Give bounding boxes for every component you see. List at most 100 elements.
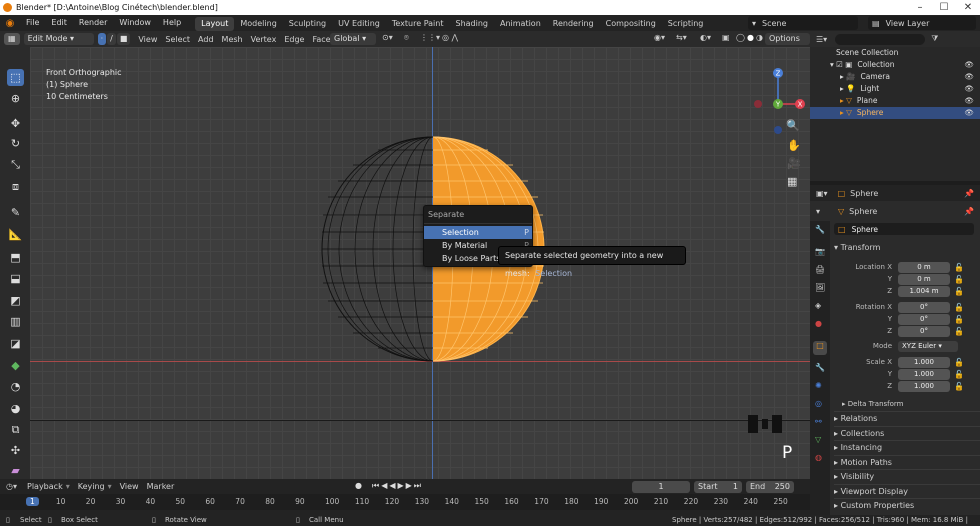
lock-icon[interactable]: 🔓 — [954, 263, 964, 272]
light-visibility-icon[interactable]: 👁 — [964, 83, 974, 95]
measure-tool-icon[interactable]: 📐 — [7, 226, 24, 243]
lock-icon[interactable]: 🔓 — [954, 287, 964, 296]
transform-panel-header[interactable]: ▾ Transform — [834, 243, 880, 252]
tab-sculpting[interactable]: Sculpting — [283, 17, 332, 31]
outliner-editor-icon[interactable]: ☰▾ — [816, 35, 827, 44]
orientation-selector[interactable]: Global ▾ — [330, 33, 376, 45]
rotation-mode-select[interactable]: XYZ Euler ▾ — [898, 340, 958, 352]
mode-selector[interactable]: Edit Mode ▾ — [23, 33, 94, 45]
snap-target-icon[interactable]: ⋮⋮▾ — [420, 33, 440, 42]
plane-visibility-icon[interactable]: 👁 — [964, 95, 974, 107]
panel-custom-properties[interactable]: ▸ Custom Properties — [834, 498, 980, 513]
inset-tool-icon[interactable]: ⬓ — [7, 270, 24, 287]
pivot-icon[interactable]: ⊙▾ — [382, 33, 393, 42]
rotation-y-field[interactable]: 0° — [898, 313, 950, 325]
transform-tool-icon[interactable]: ⧈ — [7, 178, 24, 195]
minimize-icon[interactable]: – — [908, 0, 932, 15]
vp-menu-edge[interactable]: Edge — [284, 35, 304, 44]
tab-compositing[interactable]: Compositing — [600, 17, 662, 31]
start-frame-field[interactable]: Start 1 — [694, 481, 742, 493]
vp-menu-face[interactable]: Face — [312, 35, 330, 44]
tab-shading[interactable]: Shading — [449, 17, 494, 31]
scene-selector[interactable]: ▾ Scene — [748, 16, 858, 30]
shear-tool-icon[interactable]: ▰ — [7, 462, 24, 479]
data-tab-icon[interactable]: ▽ — [815, 435, 821, 444]
tab-uv-editing[interactable]: UV Editing — [332, 17, 386, 31]
maximize-icon[interactable]: ☐ — [932, 0, 956, 15]
location-y-field[interactable]: 0 m — [898, 273, 950, 285]
spin-tool-icon[interactable]: ◔ — [7, 378, 24, 395]
timeline-menu-playback[interactable]: Playback — [27, 482, 63, 491]
outliner-collection[interactable]: ▾ ☑ ▣ Collection 👁 — [810, 59, 980, 71]
shrink-fatten-tool-icon[interactable]: ✣ — [7, 442, 24, 459]
vp-menu-add[interactable]: Add — [198, 35, 214, 44]
view-layer-selector[interactable]: ▤ View Layer — [868, 16, 976, 30]
outliner-item-light[interactable]: ▸ 💡 Light 👁 — [810, 83, 980, 95]
panel-relations[interactable]: ▸ Relations — [834, 411, 980, 426]
location-x-field[interactable]: 0 m — [898, 261, 950, 273]
tab-scripting[interactable]: Scripting — [662, 17, 710, 31]
menu-render[interactable]: Render — [73, 15, 113, 31]
collection-visibility-icon[interactable]: 👁 — [964, 59, 974, 71]
lock-icon[interactable]: 🔓 — [954, 303, 964, 312]
panel-visibility[interactable]: ▸ Visibility — [834, 469, 980, 484]
proportional-edit-icon[interactable]: ◎ ⋀ — [442, 33, 458, 42]
panel-viewport-display[interactable]: ▸ Viewport Display — [834, 483, 980, 499]
cursor-tool-icon[interactable]: ⊕ — [7, 90, 24, 107]
lock-icon[interactable]: 🔓 — [954, 358, 964, 367]
particles-tab-icon[interactable]: ✺ — [815, 381, 822, 390]
menu-help[interactable]: Help — [157, 15, 187, 31]
timeline-menu-marker[interactable]: Marker — [147, 482, 175, 491]
world-tab-icon[interactable]: ● — [815, 319, 822, 328]
menu-window[interactable]: Window — [113, 15, 157, 31]
lock-icon[interactable]: 🔓 — [954, 327, 964, 336]
edge-select-icon[interactable]: / — [107, 33, 116, 45]
ortho-toggle-icon[interactable]: ▦ — [787, 175, 797, 188]
outliner-item-plane[interactable]: ▸ ▽ Plane 👁 — [810, 95, 980, 107]
3d-viewport[interactable]: Front Orthographic (1) Sphere 10 Centime… — [30, 47, 810, 479]
face-select-icon[interactable]: ■ — [116, 33, 131, 45]
tab-layout[interactable]: Layout — [195, 16, 235, 31]
annotate-tool-icon[interactable]: ✎ — [7, 204, 24, 221]
lock-icon[interactable]: 🔓 — [954, 315, 964, 324]
knife-tool-icon[interactable]: ◪ — [7, 335, 24, 352]
smooth-tool-icon[interactable]: ◕ — [7, 400, 24, 417]
pin-icon[interactable]: 📌 — [964, 189, 974, 198]
data-tab-selector-icon[interactable]: ▾ — [816, 207, 820, 216]
menu-item-selection[interactable]: Selection P — [424, 226, 532, 239]
object-tab-icon[interactable]: □ — [813, 341, 827, 355]
tab-texture-paint[interactable]: Texture Paint — [386, 17, 450, 31]
vp-menu-select[interactable]: Select — [165, 35, 190, 44]
outliner-scene-collection[interactable]: Scene Collection — [810, 47, 980, 59]
lock-icon[interactable]: 🔓 — [954, 370, 964, 379]
options-button[interactable]: Options ▾ — [765, 33, 810, 55]
zoom-icon[interactable]: 🔍 — [786, 119, 800, 132]
data-pin-icon[interactable]: 📌 — [964, 207, 974, 216]
solid-shading-icon[interactable]: ● — [747, 33, 754, 42]
tab-rendering[interactable]: Rendering — [547, 17, 600, 31]
output-tab-icon[interactable]: 🖨 — [815, 265, 825, 274]
rotate-tool-icon[interactable]: ↻ — [7, 135, 24, 152]
gizmo-toggle-icon[interactable]: ⇆▾ — [676, 33, 687, 42]
view-layer-tab-icon[interactable]: 🖼 — [815, 283, 825, 292]
snap-icon[interactable]: ⌾ — [404, 33, 409, 43]
scene-tab-icon[interactable]: ◈ — [815, 301, 821, 310]
outliner-search-input[interactable] — [835, 33, 926, 45]
close-icon[interactable]: ✕ — [956, 0, 980, 15]
frame-ruler[interactable]: 1 10 20 30 40 50 60 70 80 90 100 110 120 130 140 150 160… — [0, 494, 810, 510]
edge-slide-tool-icon[interactable]: ⧉ — [7, 421, 24, 438]
tool-tab-icon[interactable]: 🔧 — [815, 225, 825, 234]
material-tab-icon[interactable]: ◍ — [815, 453, 822, 462]
move-tool-icon[interactable]: ✥ — [7, 115, 24, 132]
outliner-item-camera[interactable]: ▸ 🎥 Camera 👁 — [810, 71, 980, 83]
location-z-field[interactable]: 1.004 m — [898, 285, 950, 297]
viewport-visibility-icon[interactable]: ◉▾ — [654, 33, 665, 42]
timeline-menu-keying[interactable]: Keying — [78, 482, 105, 491]
menu-edit[interactable]: Edit — [45, 15, 73, 31]
select-box-tool-icon[interactable]: ⬚ — [7, 69, 24, 86]
tab-animation[interactable]: Animation — [494, 17, 547, 31]
current-frame-field[interactable]: 1 — [632, 481, 690, 493]
scale-x-field[interactable]: 1.000 — [898, 356, 950, 368]
outliner-item-sphere[interactable]: ▸ ▽ Sphere 👁 — [810, 107, 980, 119]
filter-icon[interactable]: ⧩ — [931, 34, 938, 44]
